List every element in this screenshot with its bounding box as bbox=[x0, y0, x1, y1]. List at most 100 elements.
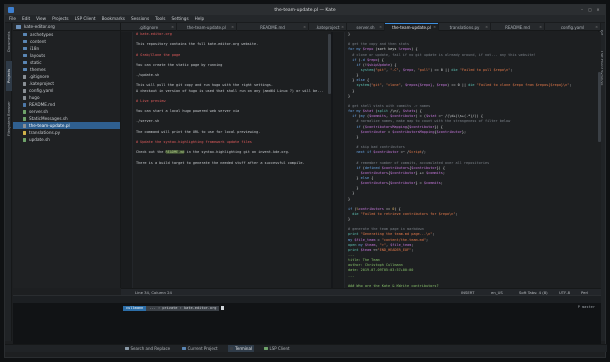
file-icon bbox=[23, 137, 26, 142]
tab-filesystem-browser[interactable]: Filesystem Browser bbox=[6, 93, 12, 145]
file-icon bbox=[23, 74, 26, 79]
tree-item[interactable]: README.md bbox=[13, 101, 120, 108]
tree-item[interactable]: i18n bbox=[13, 45, 120, 52]
close-tab-icon[interactable]: × bbox=[433, 25, 436, 29]
code-line: A checkout in version of hugo is used th… bbox=[136, 88, 324, 93]
project-sidebar: kate-editor.org archetypes content i18n lay… bbox=[13, 23, 121, 288]
line-number-gutter bbox=[333, 32, 345, 288]
tree-item-label: StaticMessages.sh bbox=[29, 116, 68, 121]
menu-lsp-client[interactable]: LSP Client bbox=[75, 16, 96, 21]
bottom-tab-search-and-replace[interactable]: Search and Replace bbox=[123, 345, 172, 352]
app-window: the-team-update.pl — Kate – ▢ × File Edit… bbox=[4, 4, 607, 358]
close-tab-icon[interactable]: × bbox=[303, 25, 306, 29]
terminal-icon bbox=[229, 346, 234, 351]
menu-bookmarks[interactable]: Bookmarks bbox=[102, 16, 125, 21]
terminal-cursor bbox=[221, 305, 224, 311]
bottom-tab-current-project[interactable]: Current Project bbox=[180, 345, 219, 352]
folder-icon bbox=[23, 67, 27, 72]
close-tab-icon[interactable]: × bbox=[539, 25, 542, 29]
git-branch: P master bbox=[577, 305, 595, 309]
tab-label: README.md bbox=[260, 24, 285, 30]
code-area[interactable]: # kate-editor.org This repository contain… bbox=[136, 32, 327, 288]
tab-config-yaml[interactable]: config.yaml × bbox=[545, 23, 601, 31]
tab--kateproject[interactable]: .kateproject × bbox=[309, 23, 347, 31]
tab-label: README.md bbox=[505, 24, 530, 30]
folder-icon bbox=[16, 24, 21, 29]
terminal-panel[interactable]: cullmann ... › private › kate-editor.org… bbox=[13, 295, 601, 351]
minimize-icon[interactable]: – bbox=[579, 7, 585, 13]
bottom-tab-lsp-client[interactable]: LSP Client bbox=[262, 345, 292, 352]
file-icon bbox=[23, 102, 26, 107]
tree-item-label: content bbox=[30, 39, 47, 44]
project-name: kate-editor.org bbox=[24, 24, 55, 29]
lsp-icon bbox=[264, 346, 268, 351]
tree-item-label: README.md bbox=[29, 102, 55, 107]
tree-item[interactable]: the-team-update.pl bbox=[13, 122, 120, 129]
close-tab-icon[interactable]: × bbox=[231, 25, 234, 29]
tree-item[interactable]: hugo bbox=[13, 94, 120, 101]
tree-item[interactable]: config.yaml bbox=[13, 87, 120, 94]
right-editor-view[interactable]: } # get the copy and then stats for my $re… bbox=[333, 32, 601, 288]
title-bar: the-team-update.pl — Kate – ▢ × bbox=[5, 5, 605, 15]
left-editor-view[interactable]: # kate-editor.org This repository contain… bbox=[121, 32, 331, 288]
tab-the-team-update-pl[interactable]: the-team-update.pl × bbox=[177, 23, 237, 31]
menu-view[interactable]: View bbox=[36, 16, 46, 21]
tab-label: translations.py bbox=[449, 24, 480, 30]
menu-settings[interactable]: Settings bbox=[171, 16, 188, 21]
close-tab-icon[interactable]: × bbox=[595, 25, 598, 29]
menu-bar: File Edit View Projects LSP Client Bookmarks S… bbox=[5, 15, 605, 23]
scrollbar[interactable] bbox=[598, 72, 601, 142]
tab-documents[interactable]: Documents bbox=[6, 25, 12, 59]
folder-icon bbox=[23, 32, 27, 37]
tree-item[interactable]: translations.py bbox=[13, 129, 120, 136]
tab-server-sh[interactable]: server.sh × bbox=[347, 23, 385, 31]
close-tab-icon[interactable]: × bbox=[171, 25, 174, 29]
tree-item[interactable]: archetypes bbox=[13, 31, 120, 38]
tab-readme-md[interactable]: README.md × bbox=[237, 23, 309, 31]
prompt-user: cullmann bbox=[123, 305, 147, 311]
tree-item-label: themes bbox=[30, 67, 46, 72]
tab-translations-py[interactable]: translations.py × bbox=[439, 23, 491, 31]
menu-file[interactable]: File bbox=[9, 16, 16, 21]
bottom-tab-label: LSP Client bbox=[269, 346, 290, 351]
tree-item[interactable]: static bbox=[13, 59, 120, 66]
tree-item-label: static bbox=[30, 60, 42, 65]
tree-item[interactable]: .kateproject bbox=[13, 80, 120, 87]
maximize-icon[interactable]: ▢ bbox=[587, 7, 593, 13]
tab-projects[interactable]: Projects bbox=[5, 61, 12, 91]
kate-app-icon bbox=[8, 7, 14, 13]
tree-item[interactable]: layouts bbox=[13, 52, 120, 59]
tree-item[interactable]: server.sh bbox=[13, 108, 120, 115]
menu-edit[interactable]: Edit bbox=[22, 16, 30, 21]
file-icon bbox=[23, 88, 26, 93]
menu-tools[interactable]: Tools bbox=[155, 16, 165, 21]
tree-item[interactable]: StaticMessages.sh bbox=[13, 115, 120, 122]
menu-help[interactable]: Help bbox=[195, 16, 205, 21]
tree-item-label: translations.py bbox=[29, 130, 61, 135]
code-area[interactable]: } # get the copy and then stats for my $re… bbox=[348, 32, 597, 288]
tab-readme-md[interactable]: README.md × bbox=[491, 23, 545, 31]
bottom-tab-terminal[interactable]: Terminal bbox=[227, 345, 255, 352]
close-icon[interactable]: × bbox=[595, 7, 601, 13]
tree-item[interactable]: themes bbox=[13, 66, 120, 73]
tree-item[interactable]: content bbox=[13, 38, 120, 45]
project-root[interactable]: kate-editor.org bbox=[13, 23, 120, 31]
code-line: There is a build target to generate the … bbox=[136, 160, 305, 165]
folder-icon bbox=[23, 46, 27, 51]
menu-sessions[interactable]: Sessions bbox=[131, 16, 149, 21]
tree-item[interactable]: .gitignore bbox=[13, 73, 120, 80]
file-icon bbox=[23, 116, 26, 121]
shell-prompt: cullmann ... › private › kate-editor.org bbox=[123, 305, 224, 311]
tree-item[interactable]: update.sh bbox=[13, 136, 120, 143]
folder-icon bbox=[23, 60, 27, 65]
close-tab-icon[interactable]: × bbox=[341, 25, 344, 29]
tab--gitignore[interactable]: .gitignore × bbox=[121, 23, 177, 31]
tab-the-team-update-pl[interactable]: the-team-update.pl × bbox=[385, 23, 439, 31]
search-icon bbox=[125, 346, 129, 351]
file-icon bbox=[23, 109, 26, 114]
close-tab-icon[interactable]: × bbox=[379, 25, 382, 29]
bottom-tab-label: Current Project bbox=[187, 346, 218, 351]
tree-item-label: update.sh bbox=[29, 137, 50, 142]
close-tab-icon[interactable]: × bbox=[485, 25, 488, 29]
menu-projects[interactable]: Projects bbox=[52, 16, 69, 21]
